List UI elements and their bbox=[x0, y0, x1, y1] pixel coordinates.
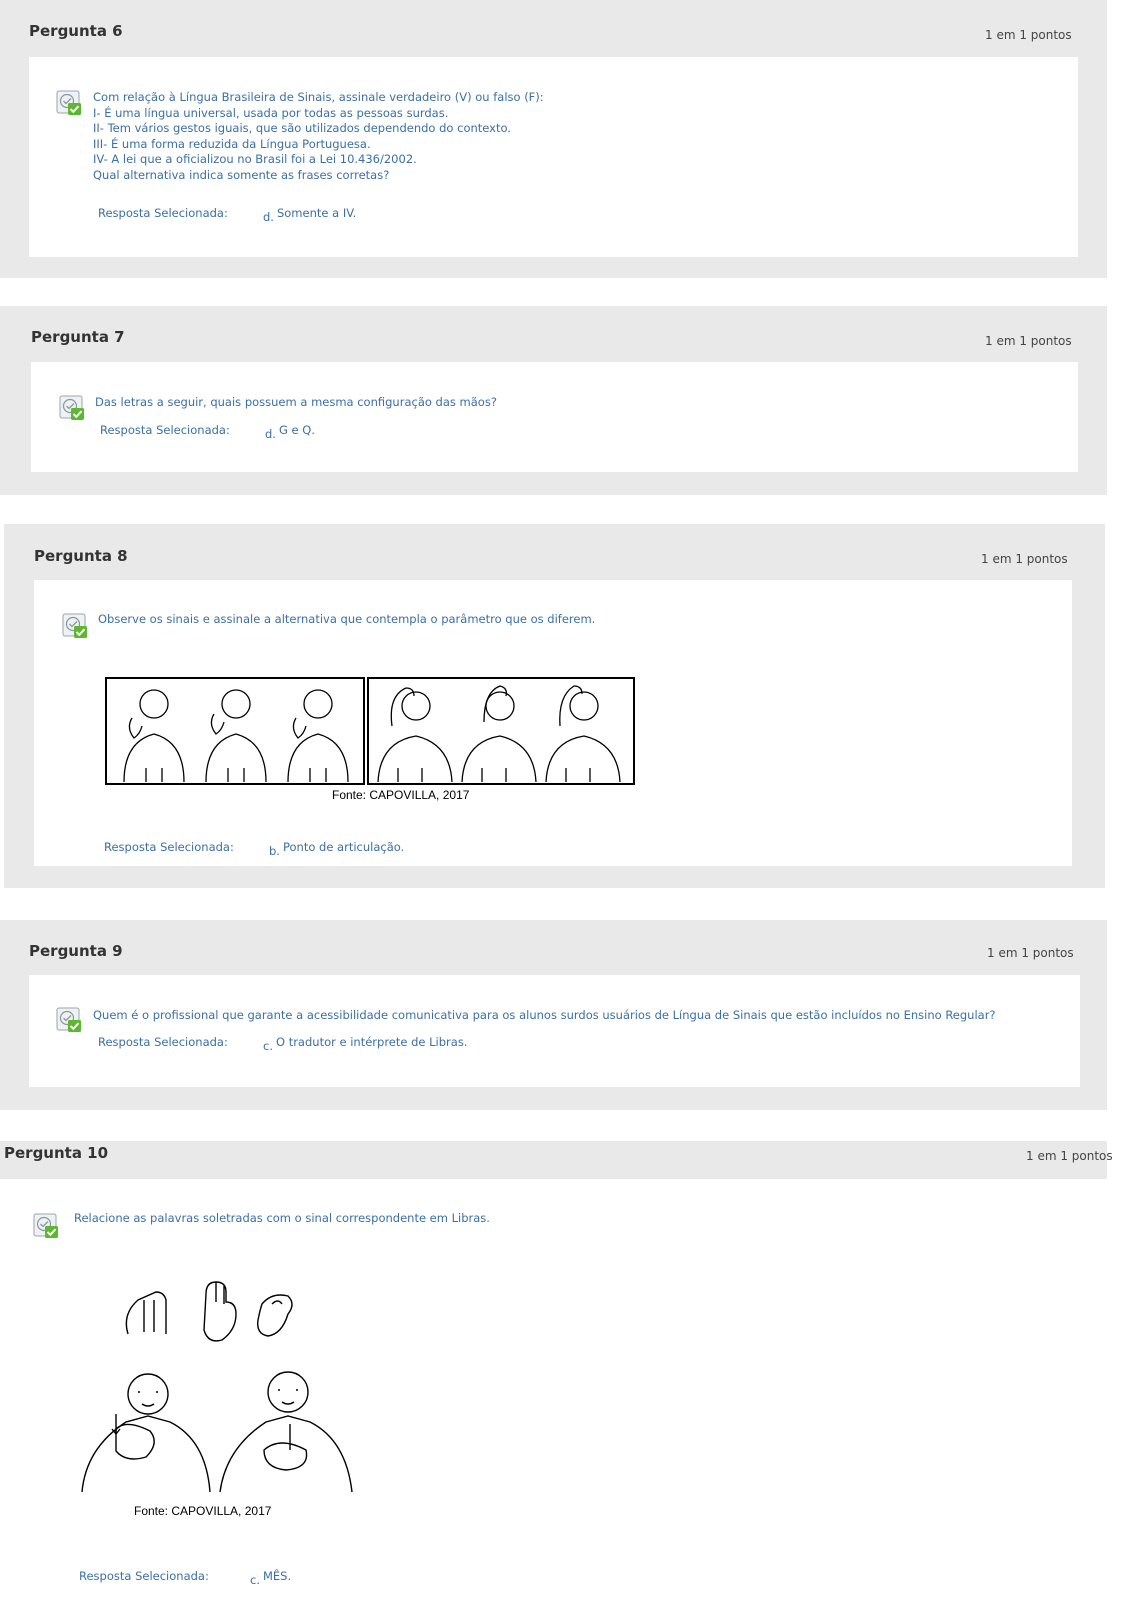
question-line: IV- A lei que a oficializou no Brasil fo… bbox=[93, 152, 417, 166]
question-line: II- Tem vários gestos iguais, que são ut… bbox=[93, 121, 511, 135]
answer-text: Ponto de articulação. bbox=[282, 840, 405, 854]
question-line: Qual alternativa indica somente as frase… bbox=[93, 167, 390, 182]
question-8: Pergunta 8 1 em 1 pontos Observe os sina… bbox=[4, 524, 1105, 888]
question-6: Pergunta 6 1 em 1 pontos Com relação à L… bbox=[0, 0, 1107, 278]
question-text: Quem é o profissional que garante a aces… bbox=[93, 1008, 996, 1024]
question-card: Quem é o profissional que garante a aces… bbox=[29, 975, 1080, 1087]
selected-answer: Resposta Selecionada: b. Ponto de articula… bbox=[104, 840, 405, 858]
correct-answer-checkmark-icon bbox=[33, 1213, 59, 1239]
question-line: Com relação à Língua Brasileira de Sinai… bbox=[93, 90, 544, 104]
selected-answer-label: Resposta Selecionada: bbox=[104, 840, 234, 854]
question-points: 1 em 1 pontos bbox=[985, 334, 1072, 348]
question-line: I- É uma língua universal, usada por tod… bbox=[93, 105, 449, 120]
sign-drawings-image bbox=[105, 677, 635, 785]
question-10: Pergunta 10 1 em 1 pontos Relacione as p… bbox=[0, 1141, 1113, 1607]
question-line: Quem é o profissional que garante a aces… bbox=[93, 1008, 996, 1022]
question-card: Das letras a seguir, quais possuem a mes… bbox=[31, 362, 1078, 472]
answer-text: O tradutor e intérprete de Libras. bbox=[275, 1035, 468, 1049]
question-9: Pergunta 9 1 em 1 pontos Quem é o profis… bbox=[0, 920, 1107, 1110]
question-line: III- É uma forma reduzida da Língua Port… bbox=[93, 136, 371, 151]
question-text: Com relação à Língua Brasileira de Sinai… bbox=[93, 90, 544, 183]
question-points: 1 em 1 pontos bbox=[981, 552, 1068, 566]
correct-answer-checkmark-icon bbox=[56, 1007, 82, 1033]
question-card: Com relação à Língua Brasileira de Sinai… bbox=[29, 57, 1078, 257]
answer-letter: d. bbox=[265, 427, 276, 441]
question-title: Pergunta 6 bbox=[29, 22, 123, 40]
answer-letter: b. bbox=[269, 844, 280, 858]
question-points: 1 em 1 pontos bbox=[987, 946, 1074, 960]
selected-answer: Resposta Selecionada: d. G e Q. bbox=[100, 423, 315, 441]
selected-answer: Resposta Selecionada: c. O tradutor e inté… bbox=[98, 1035, 468, 1053]
answer-letter: c. bbox=[263, 1039, 273, 1053]
sign-drawings-image bbox=[81, 1281, 353, 1493]
question-card: Observe os sinais e assinale a alternati… bbox=[34, 580, 1072, 866]
answer-text: MÊS. bbox=[262, 1569, 292, 1583]
answer-text: G e Q. bbox=[278, 423, 315, 437]
question-line: Relacione as palavras soletradas com o s… bbox=[74, 1211, 490, 1225]
selected-answer-label: Resposta Selecionada: bbox=[98, 206, 228, 220]
question-text: Relacione as palavras soletradas com o s… bbox=[74, 1211, 490, 1227]
question-points: 1 em 1 pontos bbox=[1026, 1149, 1113, 1163]
question-7: Pergunta 7 1 em 1 pontos Das letras a se… bbox=[0, 306, 1107, 495]
sign-figure: Fonte: CAPOVILLA, 2017 bbox=[104, 676, 644, 806]
selected-answer: Resposta Selecionada: d. Somente a IV. bbox=[98, 206, 357, 224]
question-text: Observe os sinais e assinale a alternati… bbox=[98, 612, 595, 628]
correct-answer-checkmark-icon bbox=[62, 613, 88, 639]
selected-answer: Resposta Selecionada: c. MÊS. bbox=[79, 1569, 292, 1587]
answer-text: Somente a IV. bbox=[276, 206, 357, 220]
question-title: Pergunta 8 bbox=[34, 547, 128, 565]
correct-answer-checkmark-icon bbox=[56, 90, 82, 116]
question-points: 1 em 1 pontos bbox=[985, 28, 1072, 42]
question-card: Relacione as palavras soletradas com o s… bbox=[0, 1179, 1107, 1607]
answer-letter: c. bbox=[250, 1573, 260, 1587]
selected-answer-label: Resposta Selecionada: bbox=[79, 1569, 209, 1583]
question-text: Das letras a seguir, quais possuem a mes… bbox=[95, 395, 497, 411]
figure-caption: Fonte: CAPOVILLA, 2017 bbox=[332, 788, 470, 802]
figure-caption: Fonte: CAPOVILLA, 2017 bbox=[134, 1504, 272, 1518]
answer-letter: d. bbox=[263, 210, 274, 224]
question-title: Pergunta 10 bbox=[4, 1144, 109, 1162]
question-title: Pergunta 9 bbox=[29, 942, 123, 960]
correct-answer-checkmark-icon bbox=[59, 395, 85, 421]
question-line: Das letras a seguir, quais possuem a mes… bbox=[95, 395, 497, 409]
question-title: Pergunta 7 bbox=[31, 328, 125, 346]
question-line: Observe os sinais e assinale a alternati… bbox=[98, 612, 596, 626]
selected-answer-label: Resposta Selecionada: bbox=[98, 1035, 228, 1049]
sign-figure: Fonte: CAPOVILLA, 2017 bbox=[76, 1264, 360, 1522]
selected-answer-label: Resposta Selecionada: bbox=[100, 423, 230, 437]
